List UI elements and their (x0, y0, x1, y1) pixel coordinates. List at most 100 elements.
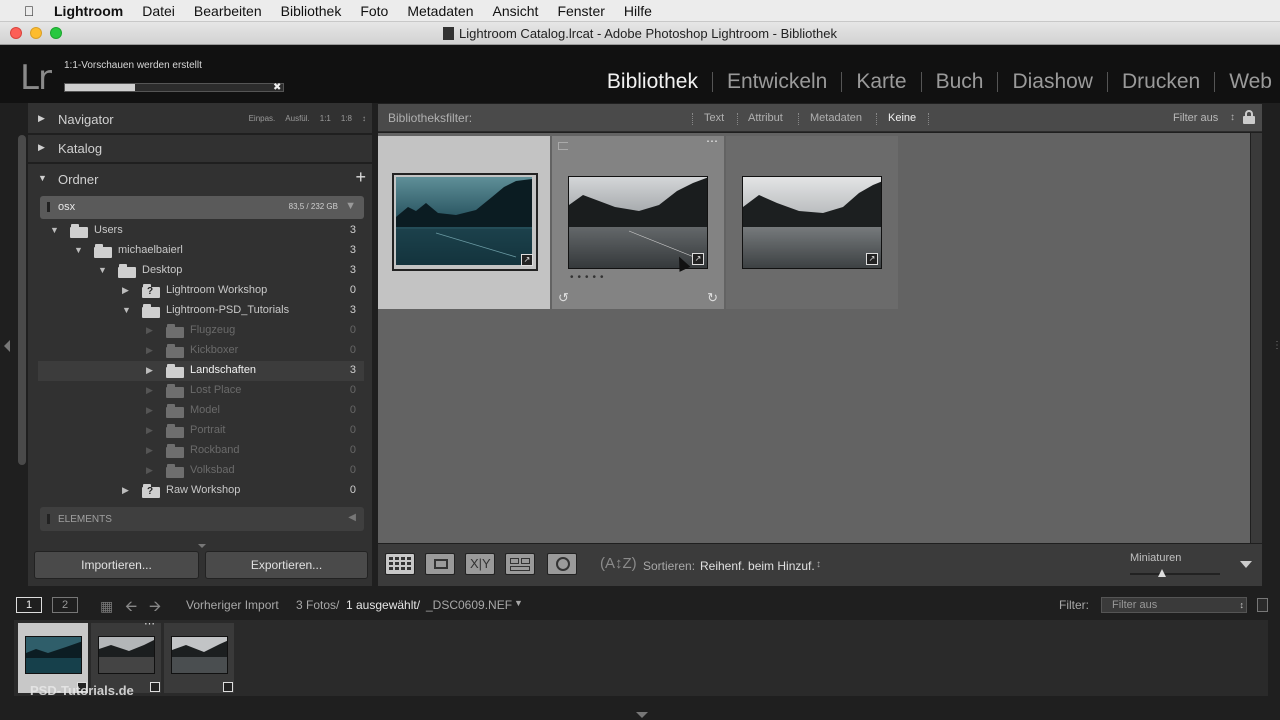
expanded-triangle-icon[interactable]: ▼ (122, 305, 131, 315)
back-arrow-icon[interactable]: 🡨 (125, 596, 137, 621)
rotate-right-icon[interactable]: ↻ (707, 290, 718, 306)
menu-metadaten[interactable]: Metadaten (407, 3, 473, 19)
screen-1-button[interactable]: 1 (16, 597, 42, 613)
filmstrip-thumbnail[interactable] (98, 636, 155, 674)
left-panel-scrollbar[interactable] (18, 135, 26, 465)
folder-row[interactable]: ▶ Flugzeug 0 (38, 321, 364, 341)
filmstrip-cell[interactable] (164, 623, 234, 693)
menu-fenster[interactable]: Fenster (557, 3, 604, 19)
people-view-icon[interactable] (547, 553, 577, 575)
ordner-header[interactable]: ▼ Ordner + (28, 165, 372, 193)
rating-dots[interactable]: ••••• (570, 272, 608, 283)
collapsed-triangle-icon[interactable]: ▶ (146, 465, 153, 476)
toolbar-menu-chevron-icon[interactable] (1240, 561, 1252, 568)
katalog-header[interactable]: ▶ Katalog (28, 134, 372, 162)
loupe-view-icon[interactable] (425, 553, 455, 575)
minimize-window-button[interactable] (30, 27, 42, 39)
grid-cell[interactable]: ↗ (378, 136, 550, 309)
elements-volume-bar[interactable]: ELEMENTS ◀ (40, 507, 364, 531)
folder-row[interactable]: ▶? Raw Workshop 0 (38, 481, 364, 501)
menu-hilfe[interactable]: Hilfe (624, 3, 652, 19)
apple-icon[interactable]:  (20, 3, 38, 19)
expanded-triangle-icon[interactable]: ▼ (74, 245, 83, 255)
module-diashow[interactable]: Diashow (1012, 70, 1093, 94)
folder-row[interactable]: ▼ Lightroom-PSD_Tutorials 3 (38, 301, 364, 321)
expanded-triangle-icon[interactable]: ▼ (98, 265, 107, 275)
module-entwickeln[interactable]: Entwickeln (727, 70, 827, 94)
folder-row[interactable]: ▼ michaelbaierl 3 (38, 241, 364, 261)
nav-zoom-fill[interactable]: Ausfül. (285, 114, 309, 123)
bottom-panel-toggle-icon[interactable] (636, 712, 648, 718)
module-bibliothek[interactable]: Bibliothek (607, 70, 698, 94)
photo-thumbnail[interactable]: ↗ (568, 176, 708, 269)
folder-row[interactable]: ▼ Users 3 (38, 221, 364, 241)
more-options-icon[interactable]: ⋯ (144, 617, 155, 630)
chevron-left-icon[interactable]: ◀ (348, 512, 356, 523)
volume-chevron-down-icon[interactable]: ▼ (345, 200, 356, 212)
nav-zoom-stepper-icon[interactable]: ↕ (362, 114, 366, 123)
filter-attribute-tab[interactable]: Attribut (748, 112, 783, 124)
module-buch[interactable]: Buch (936, 70, 984, 94)
collapsed-triangle-icon[interactable]: ▶ (146, 325, 153, 336)
slider-knob[interactable] (1157, 569, 1166, 577)
filter-lock-icon[interactable] (1243, 110, 1255, 124)
folder-row[interactable]: ▶? Lightroom Workshop 0 (38, 281, 364, 301)
source-label[interactable]: Vorheriger Import (186, 598, 279, 612)
photo-thumbnail[interactable]: ↗ (742, 176, 882, 269)
filter-preset-stepper-icon[interactable]: ↕ (1230, 112, 1235, 123)
collapsed-triangle-icon[interactable]: ▶ (146, 365, 153, 376)
screen-2-button[interactable]: 2 (52, 597, 78, 613)
export-button[interactable]: Exportieren... (205, 551, 368, 579)
filter-preset-select[interactable]: Filter aus (1173, 112, 1218, 124)
grid-scrollbar[interactable] (1251, 133, 1262, 543)
cancel-progress-icon[interactable]: ✖ (273, 82, 281, 93)
grid-cell[interactable]: ↗ (726, 136, 898, 309)
filter-metadata-tab[interactable]: Metadaten (810, 112, 862, 124)
folder-row[interactable]: ▶ Rockband 0 (38, 441, 364, 461)
collapsed-triangle-icon[interactable]: ▶ (146, 445, 153, 456)
module-drucken[interactable]: Drucken (1122, 70, 1200, 94)
sort-direction-icon[interactable]: (A↕Z) (600, 555, 637, 572)
left-panel-toggle-icon[interactable] (4, 340, 10, 352)
nav-zoom-fit[interactable]: Einpas. (249, 114, 276, 123)
filmstrip-thumbnail[interactable] (171, 636, 228, 674)
menu-app[interactable]: Lightroom (54, 3, 123, 19)
filter-text-tab[interactable]: Text (704, 112, 724, 124)
filmstrip-thumbnail[interactable] (25, 636, 82, 674)
folder-row[interactable]: ▶ Kickboxer 0 (38, 341, 364, 361)
more-options-icon[interactable]: ⋯ (706, 134, 718, 148)
menu-bearbeiten[interactable]: Bearbeiten (194, 3, 262, 19)
collapsed-triangle-icon[interactable]: ▶ (122, 485, 129, 496)
folder-row[interactable]: ▶ Landschaften 3 (38, 361, 364, 381)
volume-bar[interactable]: osx 83,5 / 232 GB ▼ (40, 196, 364, 219)
collapsed-triangle-icon[interactable]: ▶ (146, 405, 153, 416)
filename-chevron-down-icon[interactable]: ▼ (514, 598, 523, 608)
menu-bibliothek[interactable]: Bibliothek (281, 3, 342, 19)
flag-icon[interactable] (558, 142, 568, 150)
collapsed-triangle-icon[interactable]: ▶ (122, 285, 129, 296)
rotate-left-icon[interactable]: ↺ (558, 290, 569, 306)
menu-datei[interactable]: Datei (142, 3, 175, 19)
selected-filename[interactable]: _DSC0609.NEF (426, 598, 512, 612)
collapsed-triangle-icon[interactable]: ▶ (146, 425, 153, 436)
grid-shortcut-icon[interactable]: ▦ (100, 598, 113, 615)
panel-resize-icon[interactable] (198, 544, 206, 548)
survey-view-icon[interactable] (505, 553, 535, 575)
menu-ansicht[interactable]: Ansicht (493, 3, 539, 19)
module-web[interactable]: Web (1229, 70, 1272, 94)
zoom-window-button[interactable] (50, 27, 62, 39)
collapsed-triangle-icon[interactable]: ▶ (146, 385, 153, 396)
sort-select[interactable]: Reihenf. beim Hinzuf. (700, 559, 815, 573)
sort-stepper-icon[interactable]: ↕ (816, 559, 821, 570)
folder-row[interactable]: ▼ Desktop 3 (38, 261, 364, 281)
nav-zoom-1-1[interactable]: 1:1 (320, 114, 331, 123)
module-karte[interactable]: Karte (856, 70, 906, 94)
filter-toggle-icon[interactable] (1257, 598, 1268, 612)
collapsed-triangle-icon[interactable]: ▶ (146, 345, 153, 356)
folder-row[interactable]: ▶ Lost Place 0 (38, 381, 364, 401)
grid-view-icon[interactable] (385, 553, 415, 575)
folder-row[interactable]: ▶ Portrait 0 (38, 421, 364, 441)
grid-cell[interactable]: ⋯ ↗ ••••• ↺ ↻ (552, 134, 724, 309)
right-panel-toggle-icon[interactable]: ⋮ (1272, 340, 1280, 351)
thumbnail-size-slider[interactable] (1130, 569, 1220, 577)
